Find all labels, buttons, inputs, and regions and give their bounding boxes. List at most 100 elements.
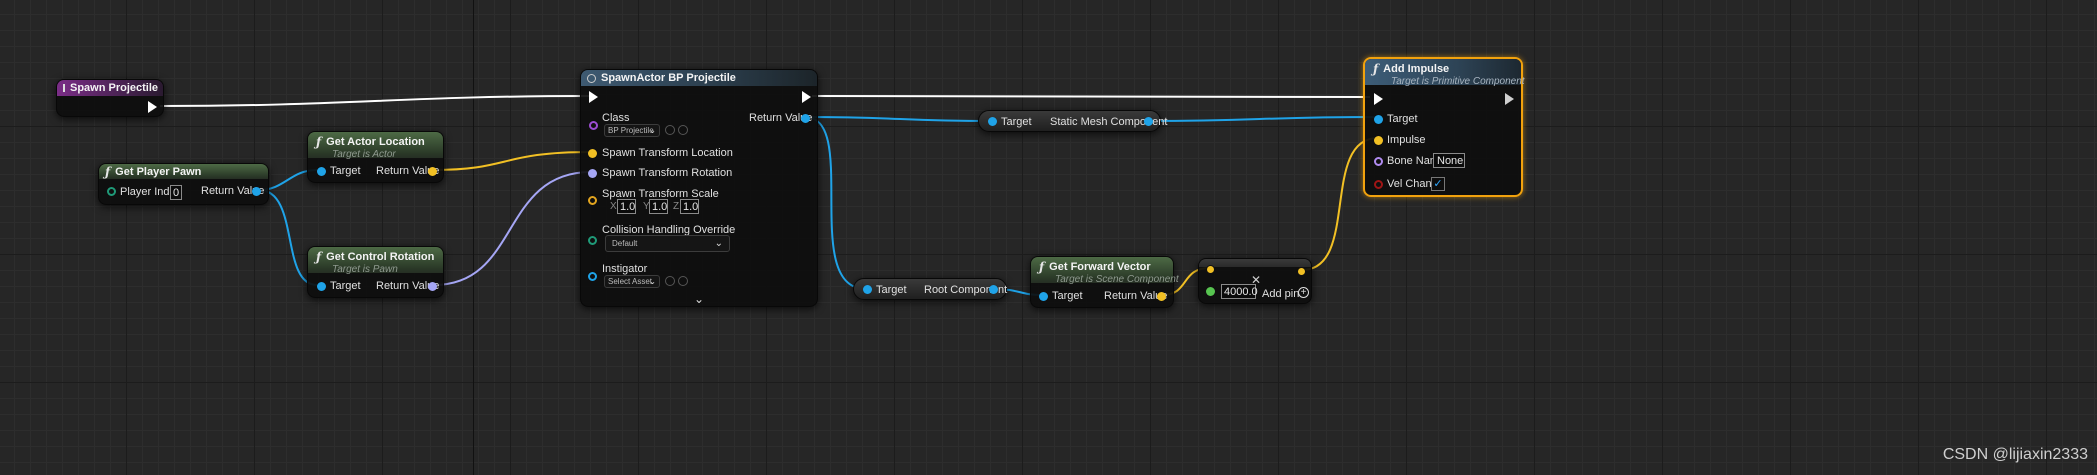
node-title: Get Actor Location: [326, 136, 425, 148]
node-subtitle: Target is Primitive Component: [1391, 76, 1525, 87]
target-label: Target: [1387, 113, 1418, 125]
return-value-pin[interactable]: [252, 187, 261, 196]
player-index-field[interactable]: 0: [170, 185, 182, 200]
blueprint-wires: [159, 95, 1379, 296]
multiplier-field[interactable]: 4000.0: [1221, 284, 1258, 299]
spawn-icon: [587, 73, 596, 83]
instigator-pin[interactable]: [588, 272, 597, 281]
spawn-location-pin[interactable]: [588, 149, 597, 158]
class-pin[interactable]: [589, 121, 598, 130]
spawn-projectile-event-node[interactable]: Spawn Projectile: [56, 79, 164, 117]
node-title: SpawnActor BP Projectile: [601, 72, 736, 84]
spawn-scale-pin[interactable]: [588, 196, 597, 205]
vector-in-pin[interactable]: [1206, 265, 1215, 274]
instigator-select-value: Select Asset: [608, 277, 653, 286]
scale-z-label: Z: [673, 201, 680, 212]
bone-name-field[interactable]: None: [1433, 153, 1465, 168]
exec-in-pin[interactable]: [1374, 93, 1383, 105]
chevron-down-icon: ⌄: [649, 277, 656, 286]
use-asset-icon[interactable]: [665, 125, 675, 135]
node-subtitle: Target is Scene Component: [1055, 274, 1179, 285]
class-select[interactable]: BP Projectile ⌄: [604, 124, 660, 137]
node-title: Spawn Projectile: [70, 82, 159, 94]
target-pin[interactable]: [317, 282, 326, 291]
get-actor-location-node[interactable]: ƒ Get Actor Location Target is Actor Targ…: [307, 131, 444, 183]
collision-select[interactable]: Default ⌄: [605, 235, 730, 252]
wire-location-to-spawn: [433, 151, 592, 171]
static-mesh-component-node[interactable]: Target Static Mesh Component: [978, 110, 1167, 132]
impulse-pin[interactable]: [1374, 136, 1383, 145]
static-mesh-pin[interactable]: [1144, 117, 1153, 126]
spawn-rotation-pin[interactable]: [588, 169, 597, 178]
target-pin[interactable]: [1039, 292, 1048, 301]
wire-rotation-to-spawn: [433, 171, 592, 286]
target-label: Target: [1052, 290, 1083, 302]
root-component-node[interactable]: Target Root Component: [853, 278, 1007, 300]
node-subtitle: Target is Pawn: [332, 264, 398, 275]
function-icon: ƒ: [105, 165, 111, 179]
result-pin[interactable]: [1297, 267, 1306, 276]
impulse-label: Impulse: [1387, 134, 1426, 146]
scale-z-field[interactable]: 1.0: [680, 199, 699, 214]
return-value-pin[interactable]: [801, 114, 810, 123]
collision-select-value: Default: [612, 239, 638, 248]
add-pin-label[interactable]: Add pin: [1262, 288, 1299, 300]
class-select-value: BP Projectile: [608, 126, 654, 135]
advanced-expand-chevron-icon[interactable]: ⌄: [694, 292, 704, 306]
checkbox-check-icon: ✓: [1433, 178, 1443, 190]
player-index-pin[interactable]: [107, 187, 116, 196]
scale-y-field[interactable]: 1.0: [649, 199, 668, 214]
root-component-pin[interactable]: [989, 285, 998, 294]
return-value-pin[interactable]: [428, 282, 437, 291]
scale-x-field[interactable]: 1.0: [617, 199, 636, 214]
instigator-select[interactable]: Select Asset ⌄: [604, 275, 660, 288]
float-in-pin[interactable]: [1206, 287, 1215, 296]
node-title: Get Player Pawn: [115, 166, 202, 178]
target-label: Target: [1001, 116, 1032, 128]
target-pin[interactable]: [863, 285, 872, 294]
exec-wire-event-to-spawn: [159, 95, 591, 107]
get-player-pawn-node[interactable]: ƒ Get Player Pawn Player Index 0 Return V…: [98, 163, 269, 205]
vel-change-pin[interactable]: [1374, 180, 1383, 189]
chevron-down-icon: ⌄: [649, 126, 656, 135]
browse-icon[interactable]: [678, 125, 688, 135]
bone-name-pin[interactable]: [1374, 157, 1383, 166]
function-icon: ƒ: [316, 250, 322, 264]
exec-out-pin[interactable]: [148, 101, 157, 113]
spawn-actor-node[interactable]: SpawnActor BP Projectile Class BP Projec…: [580, 69, 818, 307]
target-pin[interactable]: [988, 117, 997, 126]
get-forward-vector-node[interactable]: ƒ Get Forward Vector Target is Scene Comp…: [1030, 256, 1179, 308]
return-value-pin[interactable]: [1157, 292, 1166, 301]
get-control-rotation-node[interactable]: ƒ Get Control Rotation Target is Pawn Tar…: [307, 246, 444, 298]
node-title: Add Impulse: [1383, 63, 1450, 75]
wire-spawn-return-to-static-mesh: [804, 116, 992, 122]
instigator-label: Instigator: [602, 263, 648, 275]
exec-out-pin[interactable]: [802, 91, 811, 103]
function-icon: ƒ: [316, 135, 322, 149]
target-label: Target: [330, 280, 361, 292]
scale-x-label: X: [610, 201, 617, 212]
target-pin[interactable]: [1374, 115, 1383, 124]
vel-change-checkbox[interactable]: ✓: [1431, 177, 1445, 191]
function-icon: ƒ: [1039, 260, 1045, 274]
exec-in-pin[interactable]: [589, 91, 598, 103]
node-subtitle: Target is Actor: [332, 149, 396, 160]
wire-static-mesh-to-impulse-target: [1147, 116, 1379, 122]
return-value-pin[interactable]: [428, 167, 437, 176]
target-label: Target: [876, 284, 907, 296]
spawn-location-label: Spawn Transform Location: [602, 147, 733, 159]
class-label: Class: [602, 112, 630, 124]
watermark: CSDN @lijiaxin2333: [1942, 446, 2088, 463]
collision-pin[interactable]: [588, 236, 597, 245]
target-pin[interactable]: [317, 167, 326, 176]
add-impulse-node[interactable]: ƒ Add Impulse Target is Primitive Compone…: [1363, 57, 1525, 197]
exec-out-pin[interactable]: [1505, 93, 1514, 105]
multiply-node[interactable]: ✕ 4000.0 Add pin +: [1198, 258, 1312, 304]
spawn-rotation-label: Spawn Transform Rotation: [602, 167, 733, 179]
exec-wire-spawn-to-impulse: [811, 95, 1371, 98]
browse-icon[interactable]: [678, 276, 688, 286]
use-asset-icon[interactable]: [665, 276, 675, 286]
add-pin-icon[interactable]: +: [1298, 287, 1309, 298]
target-label: Target: [330, 165, 361, 177]
node-title: Get Forward Vector: [1049, 261, 1151, 273]
